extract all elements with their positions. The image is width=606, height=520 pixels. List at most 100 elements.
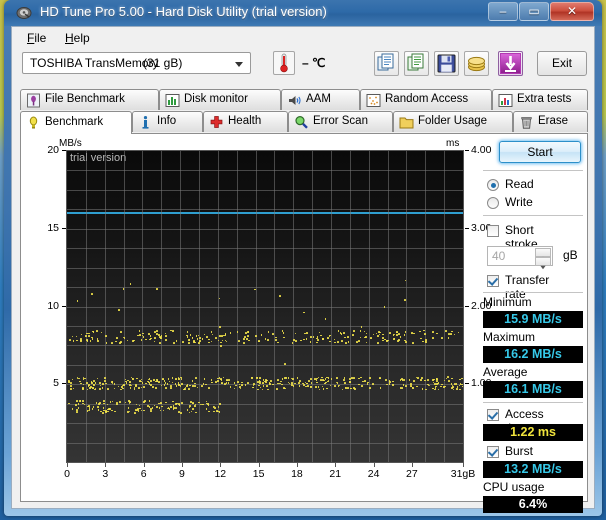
- y-tick-left-5: 5: [53, 377, 59, 390]
- divider-2: [483, 215, 583, 216]
- money-glyph: [468, 56, 485, 72]
- tab-health-label: Health: [228, 115, 262, 127]
- cpu-usage-value: 6.4%: [483, 496, 583, 513]
- burst-rate-value: 13.2 MB/s: [483, 461, 583, 478]
- thermometer-icon: [280, 53, 288, 73]
- tab-file-benchmark-label: File Benchmark: [45, 93, 125, 105]
- maximum-label: Maximum: [483, 330, 536, 344]
- x-tick-15: 15: [252, 468, 265, 480]
- menu-bar: File Help: [12, 27, 594, 47]
- x-tick-0: 0: [64, 468, 70, 480]
- y-tick-left-15: 15: [47, 221, 59, 234]
- short-stroke-stepper[interactable]: [535, 248, 551, 270]
- exit-button[interactable]: Exit: [537, 51, 587, 76]
- cpu-usage-label: CPU usage: [483, 480, 545, 494]
- download-glyph: [500, 53, 521, 74]
- tab-random-access-label: Random Access: [385, 93, 469, 105]
- extra-tests-icon: [498, 94, 513, 107]
- y-tick-left-20: 20: [47, 144, 59, 156]
- tab-extra-tests[interactable]: Extra tests: [492, 89, 588, 110]
- coins-icon[interactable]: [464, 51, 489, 76]
- tab-aam[interactable]: AAM: [281, 89, 360, 110]
- plot-area: trial version: [66, 150, 464, 463]
- stepper-up[interactable]: [535, 248, 551, 261]
- toolbar: TOSHIBA TransMemory (31 gB) – ℃ Exit: [12, 47, 594, 87]
- x-tick-24: 24: [367, 468, 380, 480]
- tab-aam-label: AAM: [306, 93, 331, 105]
- results-sidebar: Start Read Write Short stroke 40 gB Tran…: [479, 136, 587, 513]
- radio-write-label: Write: [505, 195, 533, 209]
- tab-folder-usage[interactable]: Folder Usage: [393, 111, 513, 132]
- y-tick-left-10: 10: [47, 299, 59, 312]
- copy-image-glyph: [407, 53, 424, 71]
- random-access-icon: [366, 94, 381, 107]
- menu-help[interactable]: Help: [58, 30, 97, 46]
- burst-rate-checkbox-box: [487, 446, 499, 458]
- tab-erase[interactable]: Erase: [513, 111, 588, 132]
- maximize-button[interactable]: ▭: [519, 2, 549, 21]
- tab-benchmark[interactable]: Benchmark: [20, 111, 132, 134]
- copy-icon[interactable]: [374, 51, 399, 76]
- start-button[interactable]: Start: [499, 141, 581, 163]
- x-tick-6: 6: [140, 468, 147, 480]
- floppy-glyph: [437, 54, 456, 73]
- x-tick-12: 12: [214, 468, 227, 480]
- tab-disk-monitor[interactable]: Disk monitor: [159, 89, 281, 110]
- radio-read-label: Read: [505, 177, 534, 191]
- short-stroke-checkbox-box: [487, 225, 499, 237]
- x-tick-21: 21: [329, 468, 342, 480]
- download-arrow-icon[interactable]: [498, 51, 523, 76]
- maximize-icon: ▭: [528, 4, 540, 18]
- divider-4: [483, 402, 583, 403]
- copy-image-icon[interactable]: [404, 51, 429, 76]
- speaker-icon: [289, 96, 301, 105]
- tab-info-label: Info: [157, 115, 177, 127]
- x-tick-31gB: 31gB: [450, 468, 476, 480]
- tab-health[interactable]: Health: [203, 111, 288, 132]
- magnifier-icon: [295, 115, 308, 129]
- x-tick-18: 18: [291, 468, 303, 480]
- access-time-checkbox-box: [487, 409, 499, 421]
- file-benchmark-icon: [27, 93, 40, 108]
- window-title: HD Tune Pro 5.00 - Hard Disk Utility (tr…: [40, 4, 327, 19]
- close-button[interactable]: ✕: [550, 2, 594, 21]
- drive-select[interactable]: TOSHIBA TransMemory (31 gB): [22, 52, 251, 74]
- minimum-label: Minimum: [483, 295, 532, 309]
- tab-erase-label: Erase: [538, 115, 569, 127]
- folder-icon: [399, 117, 414, 129]
- tab-info[interactable]: Info: [132, 111, 203, 132]
- tab-disk-monitor-label: Disk monitor: [184, 93, 248, 105]
- tab-error-scan-label: Error Scan: [313, 115, 368, 127]
- benchmark-panel: MB/s ms trial version 5 10 15 20 1.00 2.00 3.…: [20, 134, 588, 513]
- temperature-button[interactable]: [273, 51, 295, 75]
- info-icon: [142, 116, 149, 129]
- tab-benchmark-label: Benchmark: [45, 116, 104, 128]
- client-area: File Help TOSHIBA TransMemory (31 gB) – …: [11, 26, 595, 513]
- minimize-button[interactable]: –: [488, 2, 518, 21]
- x-tick-3: 3: [102, 468, 109, 480]
- tab-error-scan[interactable]: Error Scan: [288, 111, 393, 132]
- radio-read-indicator: [487, 179, 499, 191]
- title-bar: HD Tune Pro 5.00 - Hard Disk Utility (tr…: [4, 0, 602, 26]
- minimize-icon: –: [499, 4, 507, 18]
- lightbulb-icon: [29, 116, 38, 129]
- drive-name: TOSHIBA TransMemory: [30, 56, 159, 70]
- tab-file-benchmark[interactable]: File Benchmark: [20, 89, 159, 110]
- y-axis-unit-left: MB/s: [59, 138, 82, 149]
- tab-folder-usage-label: Folder Usage: [418, 115, 488, 127]
- short-stroke-input[interactable]: 40: [487, 246, 553, 270]
- minimum-value: 15.9 MB/s: [483, 311, 583, 328]
- menu-file-rest: ile: [34, 31, 47, 45]
- average-label: Average: [483, 365, 528, 379]
- x-tick-27: 27: [406, 468, 418, 480]
- maximum-value: 16.2 MB/s: [483, 346, 583, 363]
- transfer-rate-line: [67, 211, 463, 214]
- save-icon[interactable]: [434, 51, 459, 76]
- drive-capacity: (31 gB): [143, 56, 183, 70]
- menu-file[interactable]: File: [20, 30, 53, 46]
- stepper-down[interactable]: [535, 257, 551, 270]
- tab-random-access[interactable]: Random Access: [360, 89, 492, 110]
- benchmark-chart: MB/s ms trial version 5 10 15 20 1.00 2.00 3.…: [25, 138, 491, 496]
- y-axis-unit-right: ms: [446, 138, 460, 149]
- short-stroke-value: 40: [492, 249, 506, 263]
